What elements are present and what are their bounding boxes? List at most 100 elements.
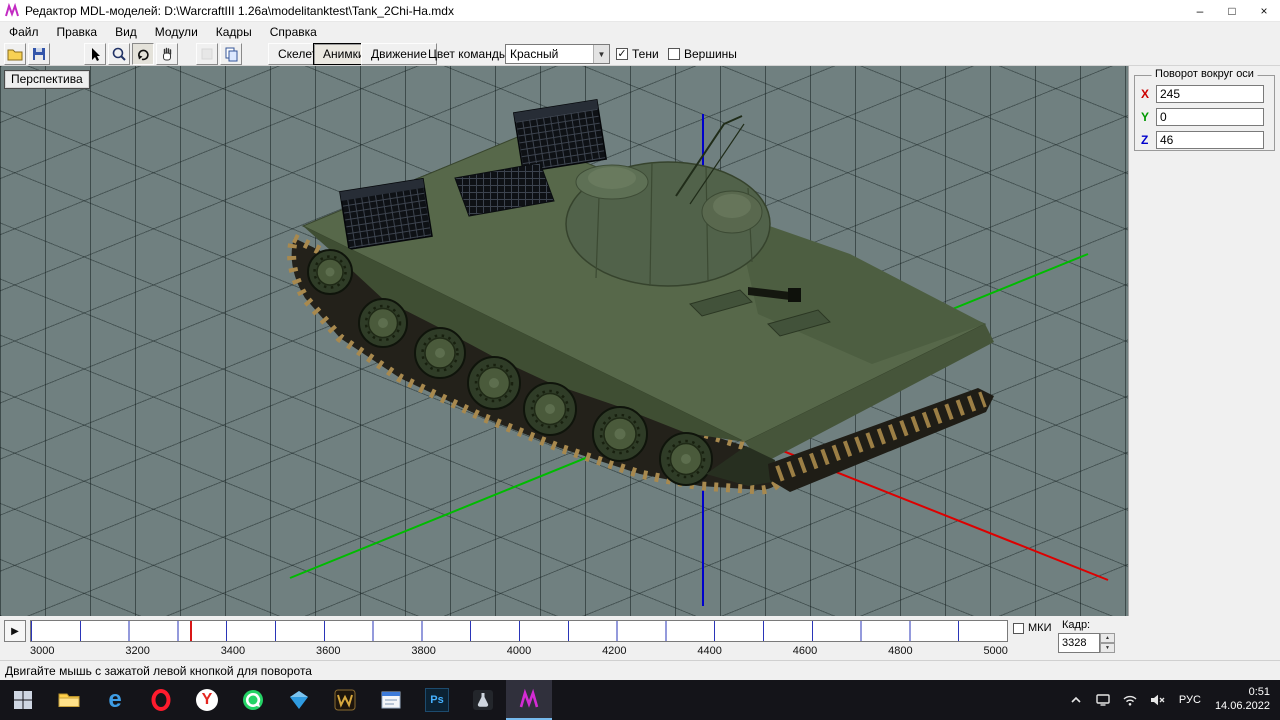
ruler-label: 3000 xyxy=(30,645,55,657)
start-button[interactable] xyxy=(0,680,46,720)
edge-icon: e xyxy=(108,686,122,713)
vertices-checkbox-box[interactable] xyxy=(668,48,680,60)
ruler-label: 3800 xyxy=(411,645,436,657)
copy-icon xyxy=(225,47,238,62)
tray-chevron-up-icon[interactable] xyxy=(1068,692,1084,708)
display-icon[interactable] xyxy=(1095,692,1111,708)
extra-tool-button[interactable] xyxy=(196,43,218,65)
menubar: Файл Правка Вид Модули Кадры Справка xyxy=(0,22,1280,42)
taskbar-yandex[interactable]: Y xyxy=(184,680,230,720)
menu-view[interactable]: Вид xyxy=(106,23,146,41)
rotation-row-x: X xyxy=(1135,85,1274,104)
volume-muted-icon[interactable] xyxy=(1149,692,1165,708)
frame-input[interactable] xyxy=(1058,633,1100,653)
team-color-value: Красный xyxy=(510,47,559,61)
main-area: Перспектива Поворот вокруг оси X Y Z xyxy=(0,66,1280,616)
hand-icon xyxy=(163,47,172,61)
ruler-label: 4000 xyxy=(506,645,532,657)
taskbar-edge[interactable]: e xyxy=(92,680,138,720)
opera-icon xyxy=(151,689,171,711)
pan-tool-button[interactable] xyxy=(156,43,178,65)
ruler-label: 4400 xyxy=(697,645,722,657)
mki-label: МКИ xyxy=(1028,622,1052,634)
vertices-checkbox[interactable]: Вершины xyxy=(668,47,737,61)
scene-3d xyxy=(287,98,1109,606)
taskbar-file-explorer[interactable] xyxy=(46,680,92,720)
mki-checkbox[interactable]: МКИ xyxy=(1013,622,1051,634)
yandex-icon: Y xyxy=(196,689,218,711)
app-logo-icon xyxy=(5,2,19,17)
frame-label: Кадр: xyxy=(1062,619,1091,631)
select-tool-button[interactable] xyxy=(84,43,106,65)
clock[interactable]: 0:51 14.06.2022 xyxy=(1215,686,1270,714)
mki-checkbox-box[interactable] xyxy=(1013,622,1024,634)
minimize-button[interactable]: – xyxy=(1184,0,1216,22)
shadows-checkbox[interactable]: ✓ Тени xyxy=(616,47,659,61)
open-button[interactable] xyxy=(4,43,26,65)
check-icon: ✓ xyxy=(617,48,627,60)
menu-modules[interactable]: Модули xyxy=(146,23,207,41)
vertices-label: Вершины xyxy=(684,47,737,61)
menu-file[interactable]: Файл xyxy=(0,23,48,41)
taskbar: e Y Ps РУС 0:51 14.06.2022 xyxy=(0,680,1280,720)
taskbar-apps: e Y Ps xyxy=(0,680,552,720)
taskbar-gem-viewer[interactable] xyxy=(276,680,322,720)
menu-frames[interactable]: Кадры xyxy=(207,23,261,41)
viewport-3d[interactable]: Перспектива xyxy=(0,66,1128,616)
shadows-label: Тени xyxy=(632,47,659,61)
maximize-button[interactable]: □ xyxy=(1216,0,1248,22)
spin-down-button[interactable]: ▼ xyxy=(1100,643,1115,653)
wifi-icon[interactable] xyxy=(1122,692,1138,708)
taskbar-document-viewer[interactable] xyxy=(368,680,414,720)
language-indicator[interactable]: РУС xyxy=(1176,694,1204,706)
axis-z-label: Z xyxy=(1141,133,1149,147)
statusbar: Двигайте мышь с зажатой левой кнопкой дл… xyxy=(0,660,1280,680)
current-frame-marker[interactable] xyxy=(190,621,193,641)
close-button[interactable]: × xyxy=(1248,0,1280,22)
chevron-down-icon[interactable]: ▼ xyxy=(593,45,609,63)
taskbar-opera[interactable] xyxy=(138,680,184,720)
axis-x-input[interactable] xyxy=(1156,85,1264,103)
clock-time: 0:51 xyxy=(1248,686,1270,699)
screen: Редактор MDL-моделей: D:\WarcraftIII 1.2… xyxy=(0,0,1280,720)
save-icon xyxy=(33,48,45,60)
tab-movement[interactable]: Движение xyxy=(361,43,437,65)
clock-date: 14.06.2022 xyxy=(1214,700,1270,712)
open-folder-icon xyxy=(7,49,23,61)
save-button[interactable] xyxy=(28,43,50,65)
windows-logo-icon xyxy=(14,691,32,709)
rotation-row-z: Z xyxy=(1135,131,1274,150)
spin-up-button[interactable]: ▲ xyxy=(1100,633,1115,643)
document-window-icon xyxy=(381,691,401,709)
ruler-label: 4800 xyxy=(888,645,913,657)
rotation-groupbox: Поворот вокруг оси X Y Z xyxy=(1134,68,1275,151)
gem-icon xyxy=(290,691,308,709)
taskbar-photoshop[interactable]: Ps xyxy=(414,680,460,720)
timeline-track[interactable] xyxy=(30,620,1008,642)
taskbar-warcraft[interactable] xyxy=(322,680,368,720)
taskbar-whatsapp[interactable] xyxy=(230,680,276,720)
perspective-label[interactable]: Перспектива xyxy=(4,70,90,89)
taskbar-flask-tool[interactable] xyxy=(460,680,506,720)
zoom-tool-button[interactable] xyxy=(108,43,130,65)
ruler-label: 3200 xyxy=(125,645,150,657)
axis-y-input[interactable] xyxy=(1156,108,1264,126)
toolbar: Скелет Анимки Движение Цвет команды: Кра… xyxy=(0,42,1280,66)
rotate-tool-button[interactable] xyxy=(132,43,154,65)
menu-edit[interactable]: Правка xyxy=(48,23,107,41)
menu-help[interactable]: Справка xyxy=(261,23,326,41)
team-color-select[interactable]: Красный ▼ xyxy=(505,44,610,64)
play-button[interactable]: ▶ xyxy=(4,620,26,642)
status-text: Двигайте мышь с зажатой левой кнопкой дл… xyxy=(5,663,312,678)
timeline-ruler: 3000 3200 3400 3600 3800 4000 4200 4400 … xyxy=(30,645,1008,658)
rotate-icon xyxy=(138,49,149,61)
flask-icon xyxy=(473,690,493,710)
axis-x-label: X xyxy=(1141,87,1150,101)
axis-z-input[interactable] xyxy=(1156,131,1264,149)
ruler-label: 4200 xyxy=(602,645,627,657)
shadows-checkbox-box[interactable]: ✓ xyxy=(616,48,628,60)
mdl-editor-icon xyxy=(519,688,539,708)
ruler-label: 3400 xyxy=(220,645,246,657)
copy-button[interactable] xyxy=(220,43,242,65)
taskbar-mdl-editor[interactable] xyxy=(506,680,552,720)
